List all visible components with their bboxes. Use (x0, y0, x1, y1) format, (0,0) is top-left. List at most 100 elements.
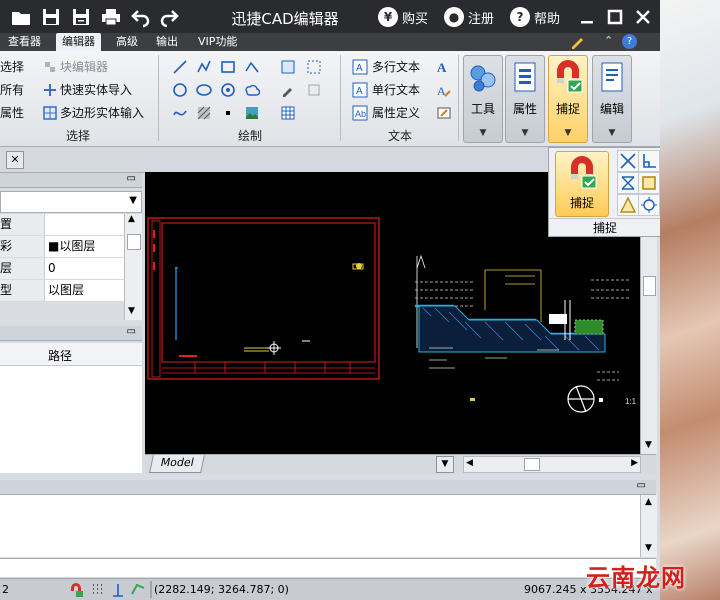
select-all-button[interactable]: 所有 (0, 81, 24, 98)
select-properties-button[interactable]: 属性 (0, 104, 24, 121)
snap-apparent-icon[interactable] (617, 172, 639, 194)
command-scrollbar[interactable]: ▲ ▼ (640, 495, 657, 557)
yen-icon: ¥ (378, 7, 398, 27)
path-column-header[interactable]: 路径 (48, 347, 72, 364)
rectangle-tool-icon[interactable] (220, 59, 236, 75)
scroll-right-icon[interactable]: ▶ (631, 458, 638, 468)
close-icon[interactable] (632, 6, 654, 28)
point-tool-icon[interactable] (220, 105, 236, 121)
save-icon[interactable] (40, 6, 62, 28)
scroll-down-icon[interactable]: ▼ (645, 543, 652, 553)
register-button[interactable]: ● 注册 (444, 6, 494, 28)
undo-icon[interactable] (130, 6, 152, 28)
snap-button[interactable]: 捕捉 ▼ (548, 55, 588, 143)
pin-icon[interactable]: ▭ (127, 173, 136, 184)
snap-extension-icon[interactable] (659, 172, 660, 194)
help-question-icon[interactable]: ? (622, 34, 637, 49)
property-row[interactable]: 层 0 (0, 258, 124, 280)
snap-perpendicular-icon[interactable] (638, 150, 660, 172)
cad-editor-window: 迅捷CAD编辑器 ¥ 购买 ● 注册 ? 帮助 查看器 编辑器 高级 输出 VI… (0, 0, 660, 600)
text-style-icon[interactable]: A (436, 59, 452, 75)
mtext-button[interactable]: 多行文本 (372, 58, 420, 75)
pen-icon[interactable] (570, 35, 586, 49)
print-icon[interactable] (100, 6, 122, 28)
minimize-icon[interactable] (576, 6, 598, 28)
scroll-left-icon[interactable]: ◀ (466, 458, 473, 468)
circle-tool-icon[interactable] (172, 82, 188, 98)
maximize-icon[interactable] (604, 6, 626, 28)
snap-toggle-button[interactable]: 捕捉 (555, 151, 609, 217)
scroll-down-icon[interactable]: ▼ (128, 306, 135, 316)
line-tool-icon[interactable] (172, 59, 188, 75)
snap-node-icon[interactable] (638, 194, 660, 216)
table-tool-icon[interactable] (280, 105, 296, 121)
text-edit-icon[interactable]: A (436, 82, 452, 98)
property-row[interactable]: 型 以图层 (0, 280, 124, 302)
scroll-up-icon[interactable]: ▲ (645, 497, 652, 507)
tools-button[interactable]: 工具 ▼ (463, 55, 503, 143)
snap-center-icon[interactable] (659, 150, 660, 172)
arc-tool-icon[interactable] (244, 59, 260, 75)
revcloud-tool-icon[interactable] (244, 82, 260, 98)
snap-group-label: 捕捉 (549, 218, 660, 236)
properties-scrollbar[interactable]: ▲ ▼ (124, 214, 142, 320)
hatch-select-icon[interactable] (306, 59, 322, 75)
ellipse-tool-icon[interactable] (196, 82, 212, 98)
lineweight-status-icon[interactable] (130, 582, 146, 598)
scroll-thumb[interactable] (127, 234, 141, 250)
donut-tool-icon[interactable] (220, 82, 236, 98)
layout-menu-chevron-icon[interactable]: ▼ (436, 456, 454, 473)
grid-status-icon[interactable] (90, 582, 106, 598)
buy-button[interactable]: ¥ 购买 (378, 6, 428, 28)
snap-intersection-icon[interactable] (617, 150, 639, 172)
block-editor-button[interactable]: 块编辑器 (60, 58, 108, 75)
property-row[interactable]: 彩 ■以图层 (0, 236, 124, 258)
snap-nearest-icon[interactable] (659, 194, 660, 216)
select-button[interactable]: 选择 (0, 58, 24, 75)
quick-import-button[interactable]: 快速实体导入 (60, 81, 132, 98)
tab-output[interactable]: 输出 (150, 33, 184, 51)
scroll-down-icon[interactable]: ▼ (645, 440, 652, 450)
tab-viewer[interactable]: 查看器 (2, 33, 47, 51)
snap-endpoint-icon[interactable] (638, 172, 660, 194)
redo-icon[interactable] (158, 6, 180, 28)
object-type-dropdown[interactable]: ▼ (0, 191, 142, 213)
help-button[interactable]: ? 帮助 (510, 6, 560, 28)
snap-status-icon[interactable] (68, 582, 84, 598)
command-panel-header: ▭ (0, 480, 656, 495)
scroll-thumb[interactable] (524, 458, 540, 471)
model-tab-label: Model (159, 456, 196, 469)
command-input[interactable] (0, 558, 656, 577)
insert-block-icon[interactable] (280, 59, 296, 75)
tab-vip[interactable]: VIP功能 (192, 33, 243, 51)
property-value: 0 (48, 261, 56, 275)
polyline-tool-icon[interactable] (196, 59, 212, 75)
magnet-icon (571, 156, 597, 189)
image-tool-icon[interactable] (244, 105, 260, 121)
polygon-input-button[interactable]: 多边形实体输入 (60, 104, 144, 121)
canvas-horizontal-scrollbar[interactable]: ◀ ▶ (463, 456, 641, 473)
hatch-tool-icon[interactable] (196, 105, 212, 121)
pin-icon[interactable]: ▭ (127, 326, 136, 337)
snap-midpoint-icon[interactable] (617, 194, 639, 216)
tab-advanced[interactable]: 高级 (110, 33, 144, 51)
properties-button[interactable]: 属性 ▼ (505, 55, 545, 143)
close-tab-icon[interactable]: ✕ (6, 151, 24, 169)
eyedropper-icon[interactable] (280, 82, 296, 98)
spline-tool-icon[interactable] (172, 105, 188, 121)
edit-button[interactable]: 编辑 ▼ (592, 55, 632, 143)
scroll-thumb[interactable] (643, 276, 656, 296)
text-field-icon[interactable] (436, 105, 452, 121)
scroll-up-icon[interactable]: ▲ (128, 214, 135, 224)
open-folder-icon[interactable] (10, 6, 32, 28)
ortho-status-icon[interactable] (110, 582, 126, 598)
save-as-icon[interactable] (70, 6, 92, 28)
stext-button[interactable]: 单行文本 (372, 81, 420, 98)
attdef-button[interactable]: 属性定义 (372, 104, 420, 121)
property-row[interactable]: 置 (0, 214, 124, 236)
pin-icon[interactable]: ▭ (637, 480, 646, 491)
collapse-ribbon-icon[interactable]: ⌃ (604, 34, 613, 47)
copy-props-icon[interactable] (306, 82, 322, 98)
tab-editor[interactable]: 编辑器 (56, 33, 101, 51)
model-tab[interactable]: Model (149, 455, 205, 473)
